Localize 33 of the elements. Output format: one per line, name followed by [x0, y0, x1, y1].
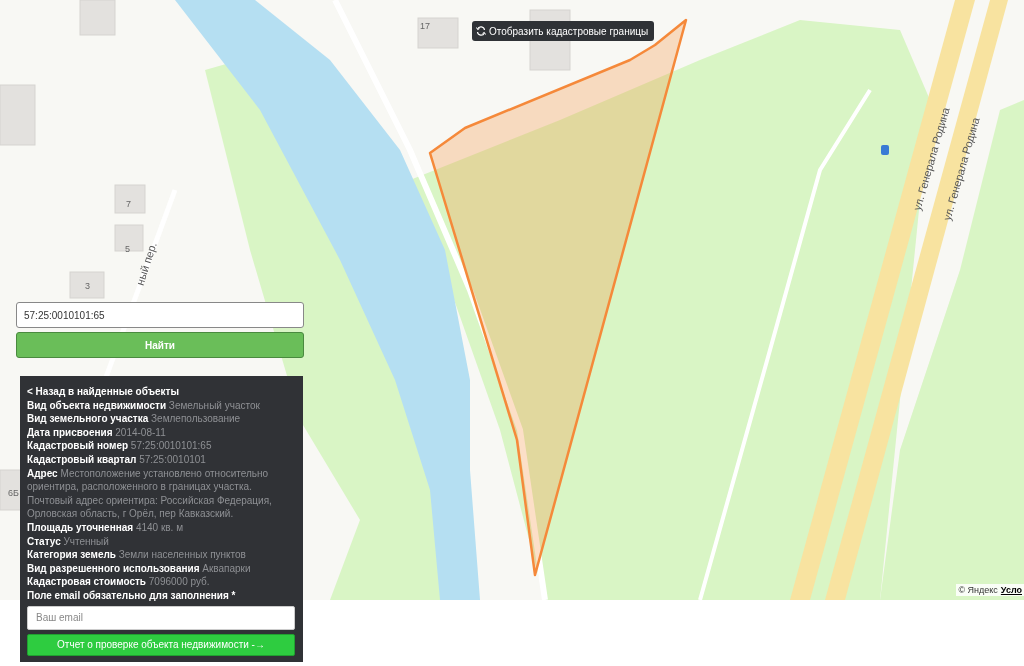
detail-row-text: Дата присвоения 2014-08-11: [27, 425, 167, 440]
email-label: Поле email обязательно для заполнения *: [27, 588, 237, 603]
building: [0, 84, 36, 146]
building: [417, 17, 459, 49]
map-attribution: © Яндекс: [958, 585, 998, 595]
detail-row-text: Вид земельного участка Землепользование: [27, 412, 242, 426]
back-link[interactable]: < Назад в найденные объекты: [27, 385, 297, 399]
detail-row-text: Площадь уточненная 4140 кв. м: [27, 520, 185, 535]
house-number: 5: [125, 244, 130, 254]
detail-row-text: Вид объекта недвижимости Земельный участок: [27, 398, 261, 413]
cadastral-boundaries-toggle[interactable]: Отобразить кадастровые границы: [472, 21, 655, 41]
refresh-icon: [476, 26, 486, 36]
house-number: 7: [126, 199, 131, 209]
detail-row-text: Кадастровый квартал 57:25:0010101: [27, 452, 207, 467]
detail-row-text: Кадастровая стоимость 7096000 руб.: [27, 575, 211, 589]
house-number: 3: [85, 281, 90, 291]
detail-row-text: Статус Учтенный: [27, 534, 110, 549]
building: [114, 224, 144, 252]
house-number: 17: [420, 21, 430, 31]
house-number: 6Б: [8, 488, 19, 498]
building: [79, 0, 116, 36]
detail-row-text: Категория земель Земли населенных пунктов: [27, 548, 247, 562]
detail-row-text: Кадастровый номер 57:25:0010101:65: [27, 439, 213, 453]
bus-stop-icon: [881, 145, 889, 155]
email-field[interactable]: Ваш email: [27, 605, 295, 630]
building: [114, 184, 146, 214]
detail-row-text: Вид разрешенного использования Аквапарки: [27, 561, 252, 576]
terms-link[interactable]: Усло: [1000, 585, 1022, 595]
street-label: ный пер.: [133, 240, 159, 287]
cadastral-number-field[interactable]: 57:25:0010101:65: [16, 302, 304, 328]
building: [69, 271, 105, 299]
detail-row-text: Адрес Местоположение установлено относительно ориентира, расположенного в границах участка. Почтовый адрес ориентира: Российская Федерация, Орловская область, г Орёл, пер Кавказский.: [27, 466, 273, 521]
building: [0, 469, 23, 511]
